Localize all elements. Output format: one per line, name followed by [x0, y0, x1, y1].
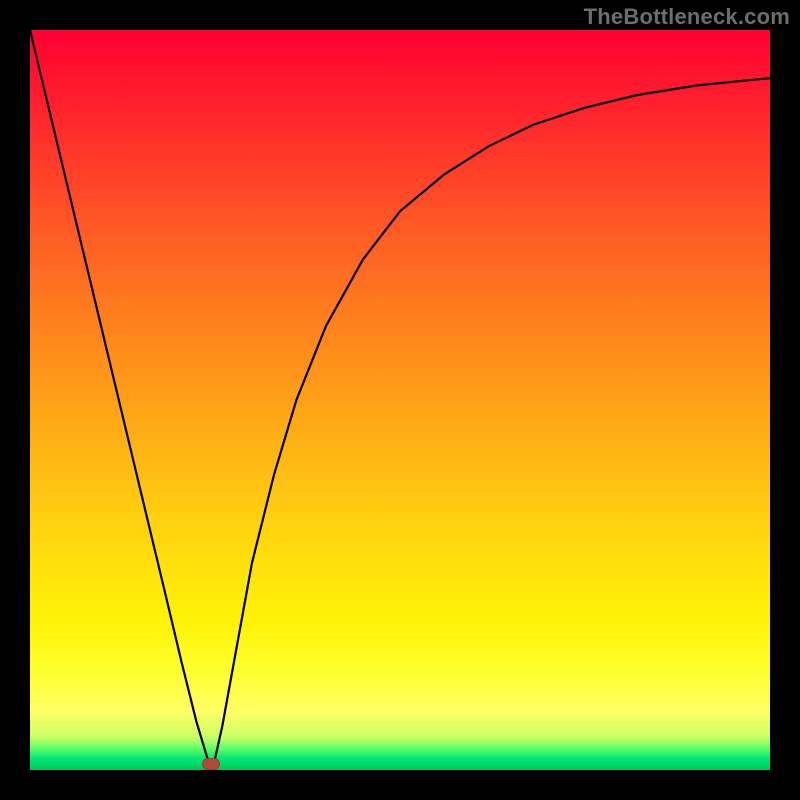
- curve-svg: [30, 30, 770, 770]
- minimum-marker: [202, 758, 220, 770]
- watermark-text: TheBottleneck.com: [584, 4, 790, 30]
- chart-frame: TheBottleneck.com: [0, 0, 800, 800]
- plot-area: [30, 30, 770, 770]
- bottleneck-curve: [30, 30, 770, 768]
